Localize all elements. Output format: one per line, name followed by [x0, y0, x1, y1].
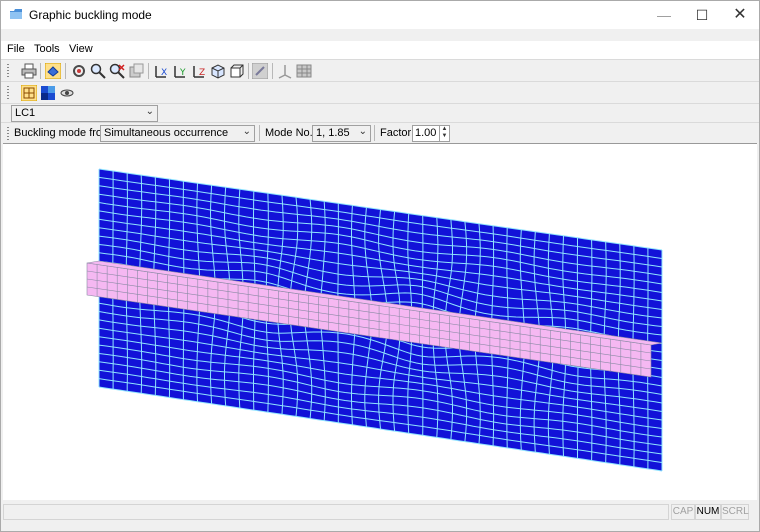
toolbar-separator: [259, 125, 260, 141]
menu-view[interactable]: View: [69, 43, 93, 55]
toolbar-grip[interactable]: [7, 86, 9, 100]
main-toolbar: X Y Z: [1, 59, 759, 82]
status-scroll: SCRL: [721, 504, 749, 520]
svg-text:Z: Z: [199, 68, 205, 78]
svg-text:X: X: [161, 68, 167, 78]
svg-text:Y: Y: [179, 68, 186, 78]
spin-arrows-icon[interactable]: ▲ ▼: [439, 126, 449, 141]
status-bar: CAP NUM SCRL: [1, 500, 759, 531]
folder-icon: [10, 9, 22, 19]
menu-file[interactable]: File: [7, 43, 25, 55]
toolbar-separator: [374, 125, 375, 141]
buckling-mode-bar: Buckling mode from: Simultaneous occurre…: [1, 122, 759, 143]
zoom-reset-icon[interactable]: [109, 63, 125, 79]
settings-icon[interactable]: [71, 63, 87, 79]
view-z-icon[interactable]: Z: [191, 63, 207, 79]
model-viewport[interactable]: [3, 143, 757, 500]
title-bar: Graphic buckling mode — ☐ ✕: [1, 1, 759, 29]
chevron-down-icon: ⌄: [242, 126, 251, 137]
toolbar-separator: [272, 63, 273, 79]
load-case-select[interactable]: LC1 ⌄: [11, 105, 158, 122]
mode-number-label: Mode No.:: [265, 127, 316, 139]
factor-value: 1.00: [415, 127, 437, 139]
buckling-mode-value: Simultaneous occurrence: [104, 127, 229, 139]
export-icon[interactable]: [128, 63, 144, 79]
buckling-mode-select[interactable]: Simultaneous occurrence ⌄: [100, 125, 255, 142]
factor-label: Factor:: [380, 127, 415, 139]
chevron-down-icon: ⌄: [145, 106, 154, 117]
view-y-icon[interactable]: Y: [172, 63, 188, 79]
display-icon[interactable]: [59, 85, 75, 101]
status-num: NUM: [695, 504, 721, 520]
box-view-icon[interactable]: [229, 63, 245, 79]
solid-color-icon[interactable]: [40, 85, 56, 101]
load-case-value: LC1: [15, 107, 36, 119]
mesh-icon[interactable]: [21, 85, 37, 101]
view-x-icon[interactable]: X: [153, 63, 169, 79]
toolbar-separator: [65, 63, 66, 79]
buckling-render: [86, 168, 663, 472]
maximize-button[interactable]: ☐: [683, 1, 721, 29]
table-icon[interactable]: [296, 63, 312, 79]
toolbar-grip[interactable]: [7, 127, 9, 141]
print-icon[interactable]: [21, 63, 37, 79]
close-button[interactable]: ✕: [721, 1, 759, 29]
isometric-icon[interactable]: [210, 63, 226, 79]
buckling-window: Graphic buckling mode — ☐ ✕ File Tools V…: [0, 0, 760, 532]
toolbar-grip[interactable]: [7, 64, 9, 78]
view-mode-icon[interactable]: [45, 63, 61, 79]
display-toolbar: [1, 81, 759, 104]
load-case-bar: LC1 ⌄: [1, 103, 759, 122]
toolbar-separator: [248, 63, 249, 79]
mode-number-select[interactable]: 1, 1.85 ⌄: [312, 125, 371, 142]
menu-tools[interactable]: Tools: [34, 43, 60, 55]
toolbar-separator: [148, 63, 149, 79]
toolbar-separator: [40, 63, 41, 79]
status-caps: CAP: [671, 504, 695, 520]
zoom-icon[interactable]: [90, 63, 106, 79]
menu-bar: File Tools View: [1, 41, 759, 59]
render-icon[interactable]: [252, 63, 268, 79]
window-title: Graphic buckling mode: [29, 8, 152, 22]
factor-spinner[interactable]: 1.00 ▲ ▼: [412, 125, 450, 142]
mode-number-value: 1, 1.85: [316, 127, 350, 139]
minimize-button[interactable]: —: [645, 1, 683, 29]
chevron-down-icon: ⌄: [358, 126, 367, 137]
axes-icon[interactable]: [277, 63, 293, 79]
status-message-area: [3, 504, 669, 520]
